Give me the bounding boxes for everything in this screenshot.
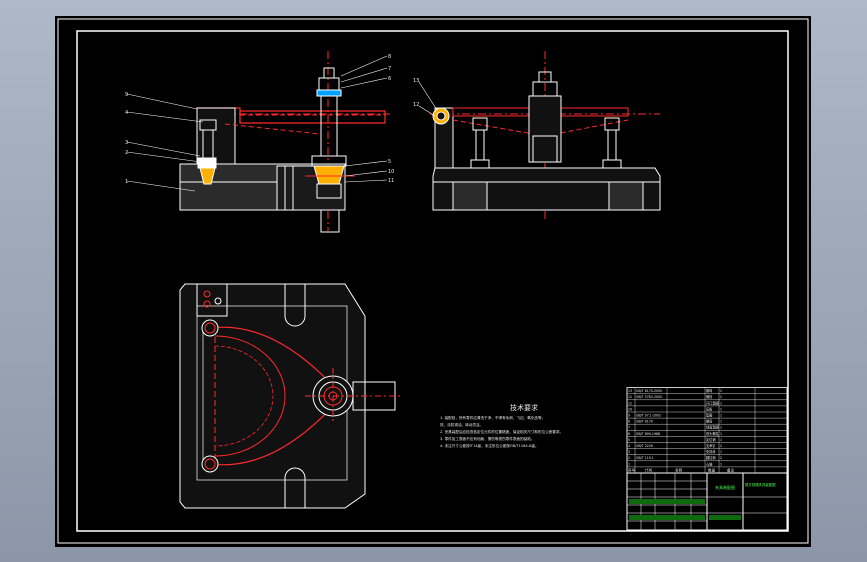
bom-cell: 双头螺柱 bbox=[706, 431, 720, 436]
bom-cell: 5 bbox=[628, 438, 630, 442]
outer-frame bbox=[57, 18, 809, 544]
bom-cell: 9 bbox=[628, 414, 630, 418]
tech-req-title: 技术要求 bbox=[510, 403, 538, 412]
bom-cell: 1 bbox=[628, 462, 630, 466]
bom-header-cell: 名称 bbox=[675, 468, 683, 473]
bom-cell: 圆柱销 bbox=[706, 455, 716, 460]
bom-cell: 垫圈 bbox=[706, 413, 712, 418]
drawing-sheet: 9 4 3 2 1 8 7 6 5 10 11 13 12 技术要求 1. 装配… bbox=[55, 16, 811, 547]
bom-cell: 1 bbox=[720, 426, 722, 430]
balloon-3: 3 bbox=[125, 140, 128, 146]
balloon-9: 9 bbox=[125, 92, 128, 98]
bom-cell: 8 bbox=[628, 420, 630, 424]
bom-cell: 定位销 bbox=[706, 437, 716, 442]
top-view bbox=[179, 283, 400, 509]
bom-cell: GB/T 119.1 bbox=[636, 456, 654, 460]
bom-cell: 7 bbox=[628, 426, 630, 430]
bom-cell: 2 bbox=[720, 456, 722, 460]
bom-cell: 1 bbox=[720, 432, 722, 436]
bill-of-materials: 13 GB/T 6170-2000 螺母 212 GB/T 5783-2000 螺栓 211… bbox=[626, 387, 788, 474]
bom-cell: 11 bbox=[628, 401, 632, 405]
bom-cell: 夹具体 bbox=[706, 449, 716, 454]
balloon-11: 11 bbox=[388, 178, 394, 184]
tech-req-line-1: 1. 装配前，所有零件应清洗干净，不得有毛刺、飞边、氧化皮等， bbox=[440, 415, 545, 420]
bom-cell: 螺母 bbox=[706, 388, 712, 393]
bom-cell: 12 bbox=[628, 395, 632, 399]
tech-req-line-5: 4. 未注尺寸公差按IT14级，未注形位公差按GB/T1184-K级。 bbox=[440, 443, 539, 448]
bom-cell: 3 bbox=[628, 450, 630, 454]
balloon-2: 2 bbox=[125, 150, 128, 156]
bom-cell: 13 bbox=[628, 389, 632, 393]
bom-cell: 2 bbox=[720, 444, 722, 448]
balloon-13: 13 bbox=[413, 78, 419, 84]
balloon-5: 5 bbox=[388, 159, 391, 165]
title-block-subtitle: 拨叉铣槽夹具装配图 bbox=[745, 482, 776, 487]
bom-cell: GB/T 5783-2000 bbox=[636, 395, 662, 399]
bom-cell: 螺栓 bbox=[706, 394, 713, 399]
balloon-4: 4 bbox=[125, 110, 128, 116]
bom-cell: 1 bbox=[720, 438, 722, 442]
bom-cell: 1 bbox=[720, 401, 722, 405]
title-block-drawing-name: 夹具装配图 bbox=[715, 484, 735, 490]
bom-cell: 1 bbox=[720, 462, 722, 466]
balloon-1: 1 bbox=[125, 179, 128, 185]
bom-cell: GB/T 899-1988 bbox=[636, 432, 660, 436]
bom-cell: 心轴 bbox=[706, 461, 712, 466]
bom-cell: 6 bbox=[628, 432, 630, 436]
title-block: 夹具装配图 拨叉铣槽夹具装配图 bbox=[626, 472, 788, 531]
bom-cell: 开口垫圈 bbox=[706, 400, 719, 405]
tech-req-line-4: 3. 零件加工表面不应有划痕、擦伤等损伤零件表面的缺陷。 bbox=[440, 436, 534, 441]
bom-header-cell: 代号 bbox=[645, 468, 653, 473]
bom-cell: 4 bbox=[628, 444, 630, 448]
bom-cell: 螺母 bbox=[706, 419, 712, 424]
balloon-7: 7 bbox=[388, 66, 391, 72]
bom-cell: GB/T 6170 bbox=[636, 420, 653, 424]
bom-cell: 支承钉 bbox=[706, 443, 716, 448]
tech-req-line-3: 2. 夹具装配后应检查各定位元件的位置精度，保证相关尺寸和形位公差要求。 bbox=[440, 429, 563, 434]
bom-cell: GB/T 97.1-2002 bbox=[636, 414, 661, 418]
bom-cell: 1 bbox=[720, 407, 722, 411]
bom-cell: GB/T 6170-2000 bbox=[636, 389, 662, 393]
bom-cell: 2 bbox=[720, 389, 722, 393]
bom-cell: GB/T 2226 bbox=[636, 444, 653, 448]
bom-cell: 1 bbox=[720, 414, 722, 418]
bom-cell: 10 bbox=[628, 407, 632, 411]
bom-header-cell: 序号 bbox=[628, 468, 636, 473]
technical-requirements: 技术要求 1. 装配前，所有零件应清洗干净，不得有毛刺、飞边、氧化皮等， 铣，涂… bbox=[440, 403, 563, 448]
front-view: 9 4 3 2 1 8 7 6 5 10 11 bbox=[125, 51, 394, 233]
bom-cell: 球面垫圈 bbox=[706, 425, 719, 430]
bom-cell: 2 bbox=[720, 395, 722, 399]
cad-drawing: 9 4 3 2 1 8 7 6 5 10 11 13 12 技术要求 1. 装配… bbox=[57, 18, 809, 544]
bom-cell: 1 bbox=[720, 420, 722, 424]
bom-header-cell: 备注 bbox=[727, 468, 735, 473]
side-view: 13 12 bbox=[413, 51, 661, 221]
bom-cell: 压板 bbox=[706, 406, 713, 411]
tech-req-line-2: 铣，涂防锈油，转动灵活。 bbox=[440, 422, 483, 427]
bom-cell: 1 bbox=[720, 450, 722, 454]
bom-header-cell: 数量 bbox=[708, 468, 716, 473]
balloon-8: 8 bbox=[388, 54, 391, 60]
balloon-12: 12 bbox=[413, 102, 419, 108]
balloon-10: 10 bbox=[388, 169, 394, 175]
balloon-6: 6 bbox=[388, 76, 391, 82]
bom-cell: 2 bbox=[628, 456, 630, 460]
